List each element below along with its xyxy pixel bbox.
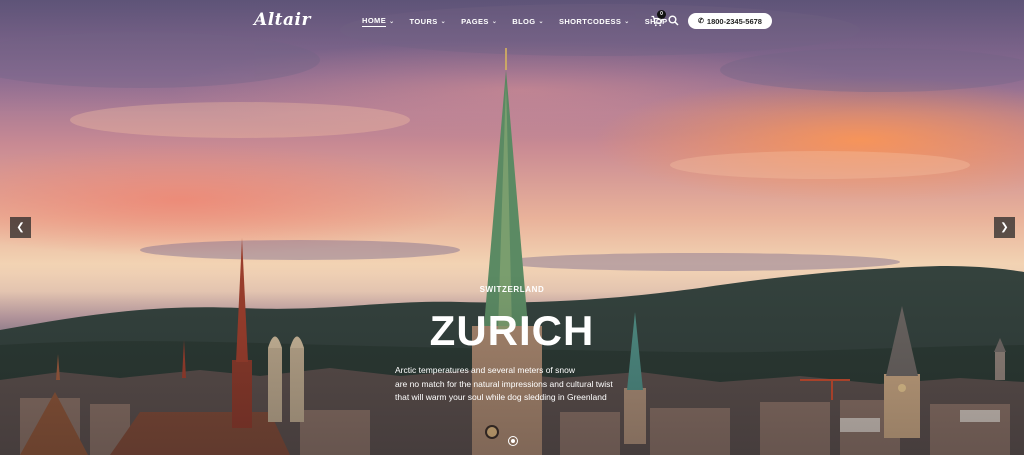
nav-item-label: SHORTCODESS (558, 17, 622, 26)
slide-title: ZURICH (429, 307, 595, 354)
nav-item-label: TOURS (409, 17, 438, 26)
slide-description-line: Arctic temperatures and several meters o… (395, 365, 575, 375)
phone-number: 1800-2345-5678 (706, 16, 762, 26)
slide-description-line: are no match for the natural impressions… (395, 378, 613, 389)
slide-subtitle: SWITZERLAND (479, 285, 545, 294)
slider-pagination-dot[interactable] (508, 436, 518, 446)
slide-description-line: that will warm your soul while dog sledd… (395, 392, 607, 402)
phone-icon: ✆ (698, 18, 704, 25)
nav-item-label: PAGES (461, 17, 489, 26)
chevron-down-icon: ⌄ (624, 19, 630, 25)
chevron-down-icon: ⌄ (389, 19, 395, 25)
slider-next-button[interactable]: ❯ (994, 217, 1015, 238)
phone-button[interactable]: ✆ 1800-2345-5678 (688, 13, 772, 29)
slider-prev-button[interactable]: ❮ (10, 217, 31, 238)
chevron-down-icon: ⌄ (491, 19, 498, 25)
search-icon[interactable] (668, 15, 679, 26)
site-logo[interactable]: Altair (254, 10, 311, 30)
nav-item-label: HOME (362, 16, 387, 27)
nav-item-pages[interactable]: PAGES ⌄ (461, 16, 497, 27)
chevron-left-icon: ❮ (16, 222, 25, 233)
nav-item-home[interactable]: HOME ⌄ (362, 16, 395, 27)
nav-item-tours[interactable]: TOURS ⌄ (410, 16, 447, 27)
chevron-down-icon: ⌄ (538, 19, 544, 25)
cart-count-badge: 0 (657, 10, 666, 19)
main-nav: HOME ⌄ TOURS ⌄ PAGES ⌄ BLOG ⌄ SHORTCODESS ⌄ SHOP (362, 16, 683, 27)
site-header: Altair HOME ⌄ TOURS ⌄ PAGES ⌄ BLOG ⌄ SHORTCODESS… (0, 0, 1024, 44)
slide-description: Arctic temperatures and several meters o… (395, 364, 640, 405)
nav-item-blog[interactable]: BLOG ⌄ (512, 16, 544, 27)
chevron-right-icon: ❯ (1000, 222, 1009, 233)
chevron-down-icon: ⌄ (440, 19, 447, 25)
nav-item-label: BLOG (512, 17, 536, 26)
nav-item-shortcodess[interactable]: SHORTCODESS ⌄ (559, 16, 630, 27)
